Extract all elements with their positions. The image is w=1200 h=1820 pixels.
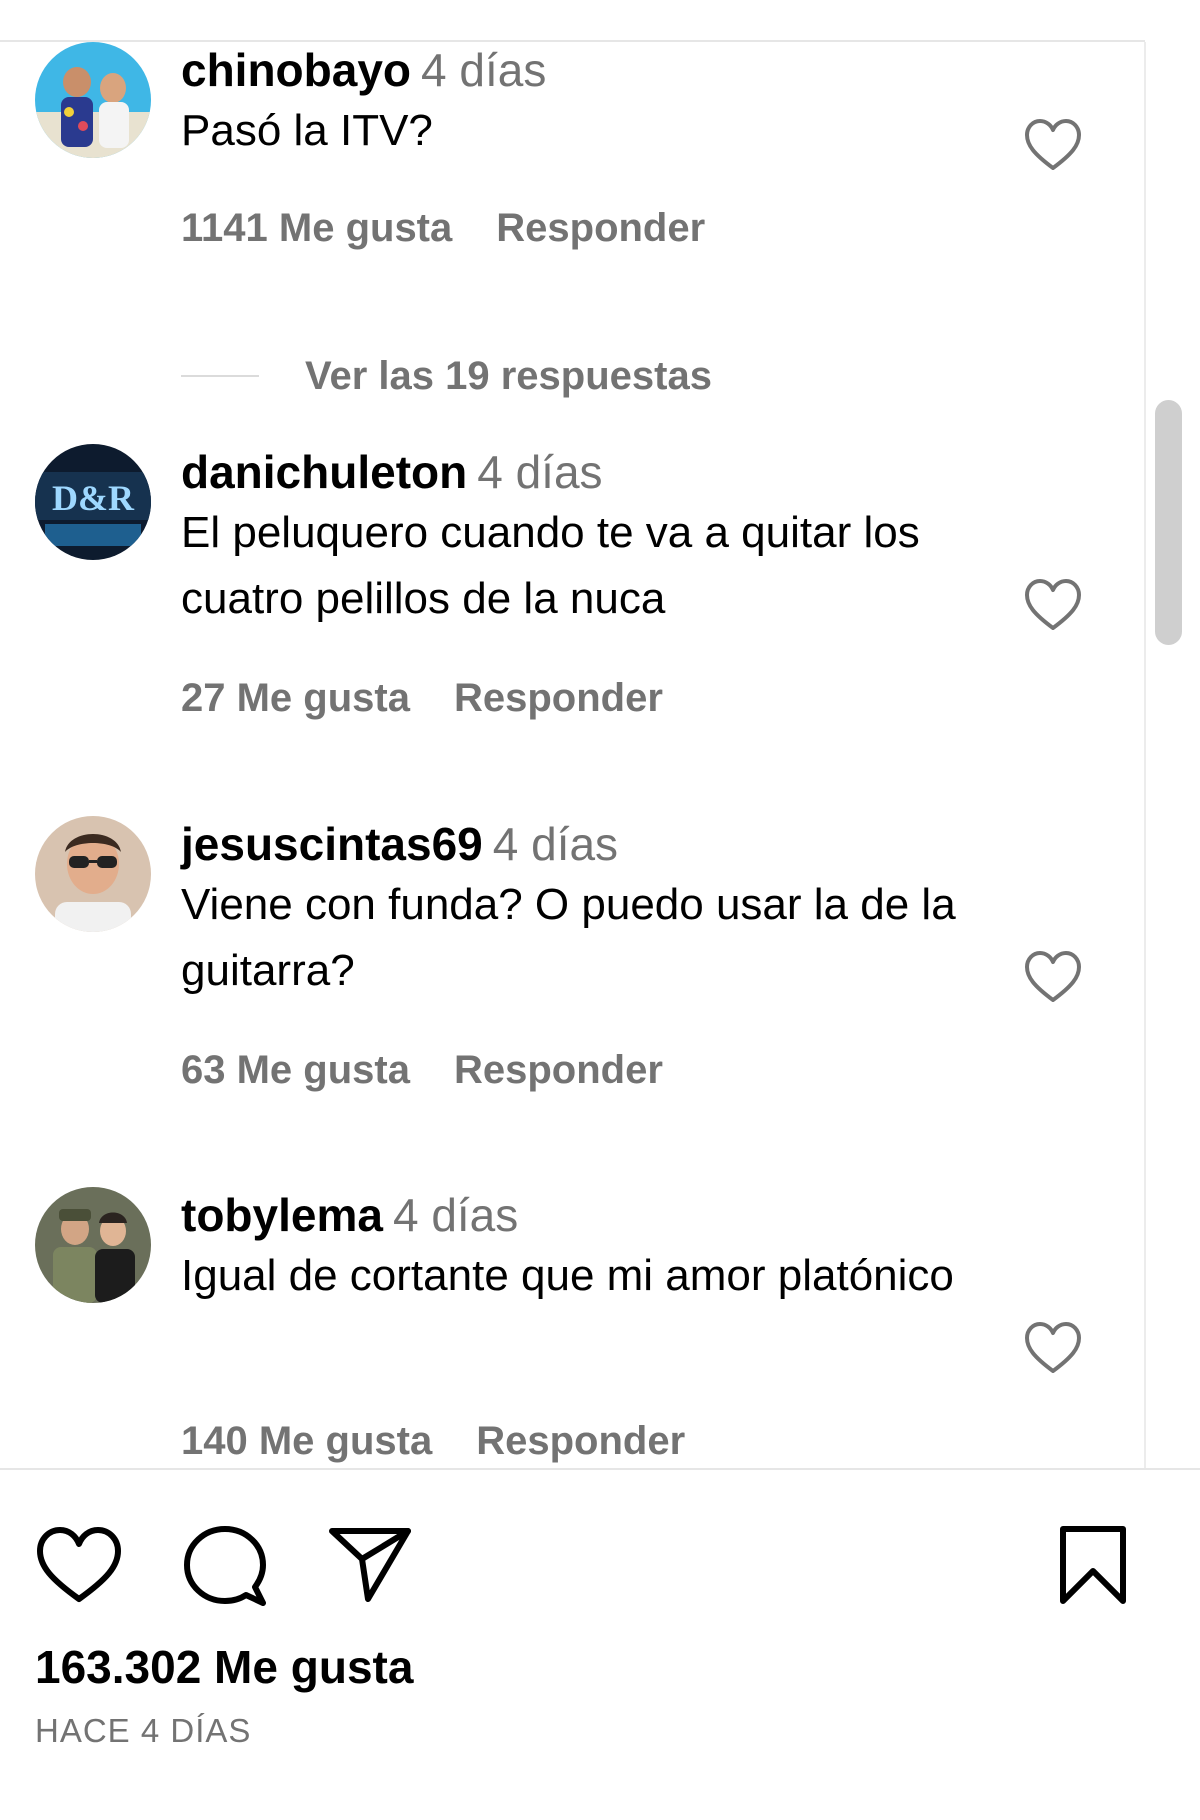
comment-meta: 63 Me gusta Responder (181, 1048, 663, 1093)
heart-icon[interactable] (1024, 578, 1082, 632)
reply-button[interactable]: Responder (476, 1419, 685, 1463)
view-replies-button[interactable]: Ver las 19 respuestas (181, 348, 712, 404)
bookmark-icon[interactable] (1057, 1525, 1129, 1605)
comment-time[interactable]: 4 días (477, 446, 602, 498)
comment-time[interactable]: 4 días (393, 1189, 518, 1241)
replies-divider (181, 375, 259, 377)
reply-button[interactable]: Responder (454, 676, 663, 720)
comment-time[interactable]: 4 días (421, 44, 546, 96)
comment-meta: 27 Me gusta Responder (181, 676, 663, 721)
reply-button[interactable]: Responder (496, 206, 705, 250)
avatar-image (35, 816, 151, 932)
comment-username[interactable]: danichuleton (181, 446, 467, 498)
avatar-image (35, 1187, 151, 1303)
comment-likes[interactable]: 63 Me gusta (181, 1048, 410, 1092)
comment-text: Igual de cortante que mi amor platónico (181, 1251, 954, 1300)
comment-text: Pasó la ITV? (181, 106, 433, 155)
scrollbar-thumb[interactable] (1155, 400, 1182, 645)
comment-meta: 140 Me gusta Responder (181, 1419, 685, 1464)
heart-icon[interactable] (1024, 118, 1082, 172)
comment-username[interactable]: tobylema (181, 1189, 383, 1241)
avatar[interactable]: D&R (35, 444, 151, 560)
post-date[interactable]: HACE 4 DÍAS (35, 1712, 251, 1750)
comment-bubble-icon[interactable] (183, 1525, 267, 1609)
svg-text:D&R: D&R (52, 478, 135, 518)
avatar[interactable] (35, 42, 151, 158)
avatar[interactable] (35, 1187, 151, 1303)
comments-list[interactable]: chinobayo 4 días Pasó la ITV? 1141 Me gus… (0, 42, 1145, 1468)
comment-likes[interactable]: 27 Me gusta (181, 676, 410, 720)
comment-username[interactable]: chinobayo (181, 44, 411, 96)
comment-username[interactable]: jesuscintas69 (181, 818, 483, 870)
actions-divider (0, 1468, 1200, 1470)
post-likes-count[interactable]: 163.302 Me gusta (35, 1640, 413, 1694)
heart-icon[interactable] (1024, 1321, 1082, 1375)
avatar-image (35, 42, 151, 158)
view-replies-label[interactable]: Ver las 19 respuestas (305, 354, 712, 399)
reply-button[interactable]: Responder (454, 1048, 663, 1092)
comment-text: El peluquero cuando te va a quitar los c… (181, 508, 920, 623)
paper-plane-icon[interactable] (328, 1525, 412, 1603)
avatar[interactable] (35, 816, 151, 932)
comment-text: Viene con funda? O puedo usar la de la g… (181, 880, 956, 995)
comment-meta: 1141 Me gusta Responder (181, 206, 705, 251)
heart-icon[interactable] (1024, 950, 1082, 1004)
comment-time[interactable]: 4 días (493, 818, 618, 870)
scrollbar-track[interactable] (1146, 42, 1186, 1468)
comment-likes[interactable]: 1141 Me gusta (181, 206, 452, 250)
avatar-image: D&R (35, 444, 151, 560)
heart-icon[interactable] (35, 1525, 123, 1605)
comment-likes[interactable]: 140 Me gusta (181, 1419, 432, 1463)
